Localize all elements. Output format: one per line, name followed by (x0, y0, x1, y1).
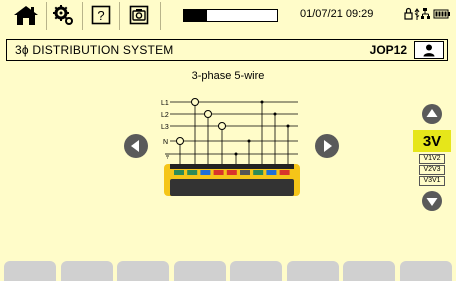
status-icons (404, 7, 450, 20)
terminal-block (240, 170, 250, 175)
help-icon: ? (91, 5, 111, 25)
terminal-block (213, 170, 224, 175)
function-key-4[interactable] (173, 261, 226, 281)
usb-icon (414, 8, 420, 20)
chevron-up-icon (422, 104, 442, 124)
chevron-left-icon (124, 134, 148, 158)
function-key-3[interactable] (117, 261, 170, 281)
function-key-8[interactable] (399, 261, 452, 281)
scroll-up-button[interactable] (421, 103, 443, 125)
terminal-block (174, 170, 184, 175)
help-glyph: ? (97, 8, 104, 23)
separator (119, 2, 120, 30)
settings-button[interactable] (48, 2, 78, 28)
diagram-title: 3-phase 5-wire (191, 70, 265, 82)
scroll-down-button[interactable] (421, 190, 443, 212)
function-key-7[interactable] (343, 261, 396, 281)
chevron-right-icon (315, 134, 339, 158)
datetime: 01/07/21 09:29 (300, 8, 374, 20)
terminal-block (226, 170, 237, 175)
line-label-l3: L3 (161, 124, 169, 131)
function-key-6[interactable] (286, 261, 339, 281)
home-button[interactable] (8, 2, 44, 28)
ground-icon (165, 153, 170, 159)
profile-name: JOP12 (369, 43, 407, 57)
voltage-leads (235, 102, 289, 164)
previous-button[interactable] (123, 133, 149, 159)
memory-progress-fill (184, 10, 208, 21)
user-icon (423, 44, 435, 57)
memory-progress-bar (183, 9, 278, 22)
status-bar: ? 01/07/21 09:29 (0, 0, 456, 32)
function-key-2[interactable] (60, 261, 113, 281)
home-icon (14, 6, 38, 25)
camera-icon (129, 5, 149, 25)
lock-icon (404, 7, 413, 20)
title-bar: 3ϕ DISTRIBUTION SYSTEM JOP12 (6, 39, 448, 61)
mode-option-v3v1[interactable]: V3V1 (419, 176, 445, 186)
mode-option-v1v2[interactable]: V1V2 (419, 154, 445, 164)
terminal-block (187, 170, 198, 175)
camera-button[interactable] (126, 2, 152, 28)
conductors (170, 101, 298, 155)
wiring-diagram: L1 L2 L3 N (161, 98, 300, 196)
line-label-l1: L1 (161, 100, 169, 107)
function-key-1[interactable] (4, 261, 57, 281)
mode-option-v2v3[interactable]: V2V3 (419, 165, 445, 175)
terminal-block (253, 170, 264, 175)
terminal-block (200, 170, 211, 175)
help-button[interactable]: ? (88, 2, 114, 28)
function-key-5[interactable] (230, 261, 283, 281)
separator (46, 2, 47, 30)
terminals (174, 170, 290, 175)
line-label-l2: L2 (161, 112, 169, 119)
separator (82, 2, 83, 30)
mode-3v[interactable]: 3V (413, 130, 451, 152)
line-label-n: N (163, 139, 168, 146)
instrument-icon (164, 164, 300, 196)
network-icon (421, 8, 430, 19)
battery-icon (433, 9, 450, 19)
profile-button[interactable] (414, 41, 444, 59)
terminal-block (266, 170, 277, 175)
settings-icon (53, 5, 73, 25)
page-title: 3ϕ DISTRIBUTION SYSTEM (15, 43, 174, 57)
terminal-block (279, 170, 290, 175)
current-clamps (176, 98, 226, 145)
screen: ? 01/07/21 09:29 3ϕ DISTRIBUTION SYSTEM … (0, 0, 456, 281)
chevron-down-icon (422, 191, 442, 211)
separator (160, 2, 161, 30)
next-button[interactable] (314, 133, 340, 159)
